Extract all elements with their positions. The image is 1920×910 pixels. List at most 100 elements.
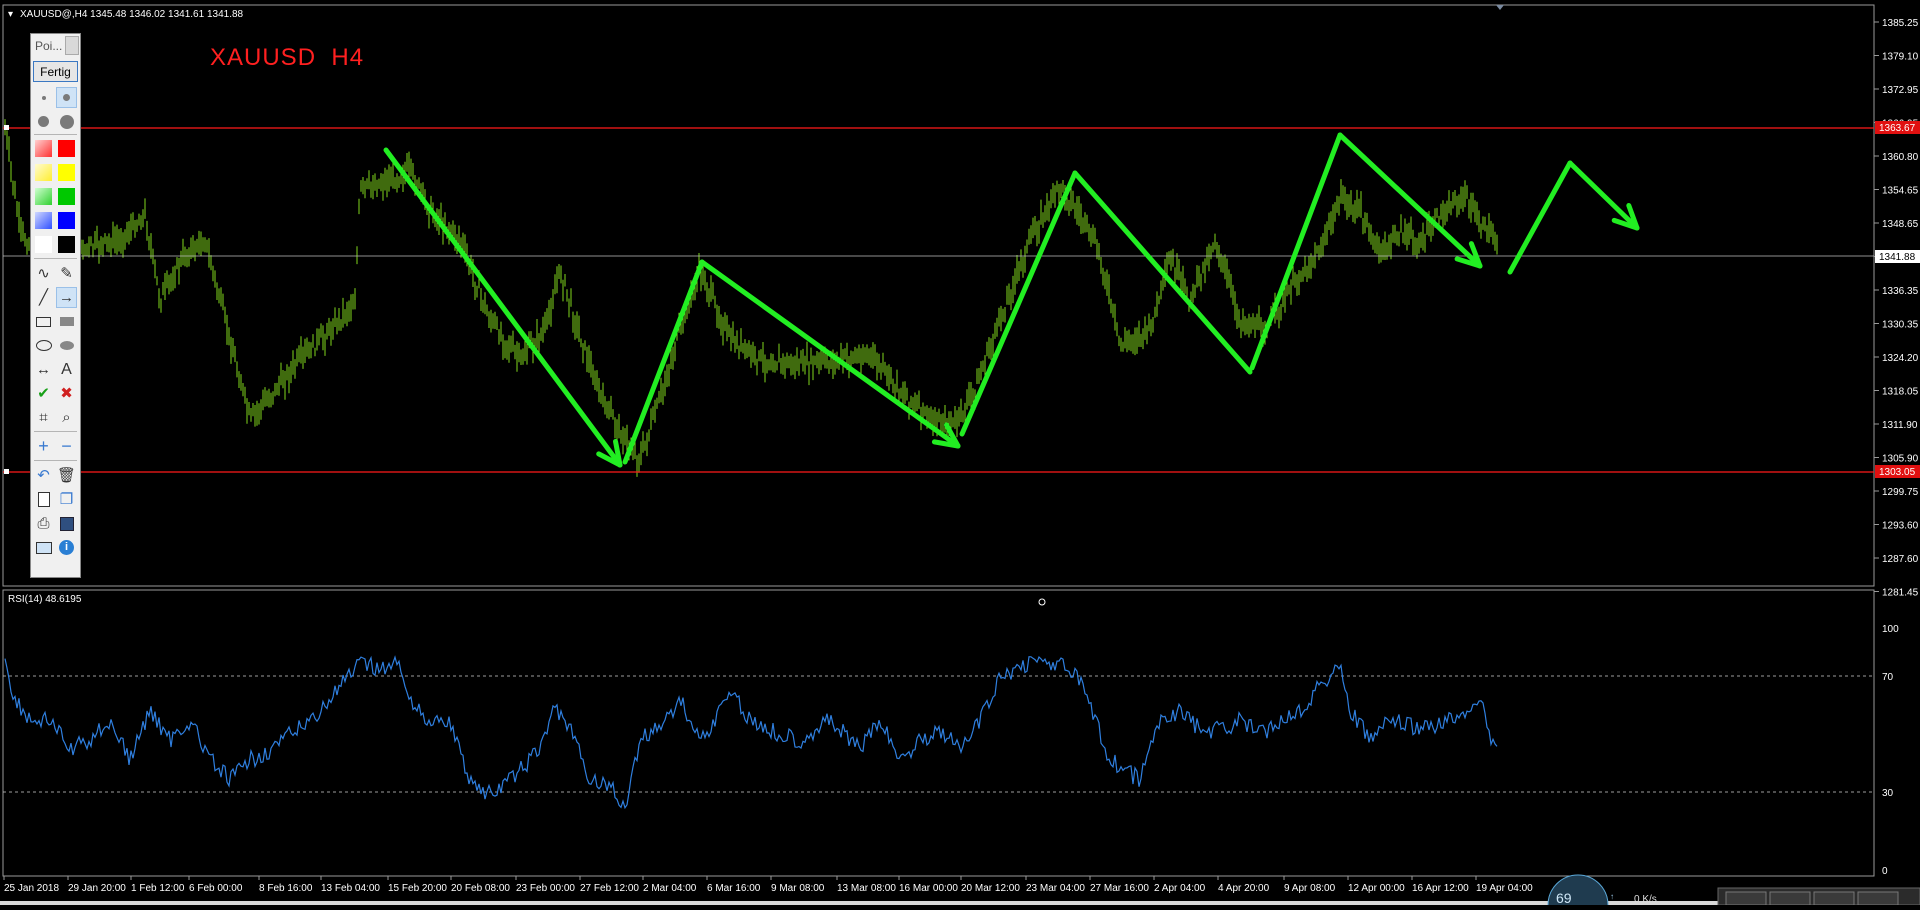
price-tick-label: 1311.90 [1882, 420, 1918, 431]
time-tick-label: 6 Feb 00:00 [189, 883, 243, 894]
chart-window[interactable]: ▾ XAUUSD@,H4 1345.48 1346.02 1341.61 134… [0, 0, 1920, 906]
taskbar-button-4[interactable] [1857, 891, 1899, 906]
price-tick-label: 1348.65 [1882, 219, 1919, 230]
delete-button[interactable]: 🗑 [56, 465, 77, 486]
toolbar-separator [34, 431, 77, 432]
color-blue-light-button[interactable] [33, 210, 54, 231]
text-tool-button[interactable]: A [56, 359, 77, 380]
color-yellow-light-button[interactable] [33, 162, 54, 183]
lower-level-label: 1303.05 [1879, 467, 1916, 478]
copy-button[interactable]: ❐ [56, 489, 77, 510]
main-chart-frame [2, 4, 1875, 587]
chart-canvas[interactable]: ▾ XAUUSD@,H4 1345.48 1346.02 1341.61 134… [0, 0, 1920, 906]
swatch-black-icon [58, 236, 75, 253]
price-tick-label: 1318.05 [1882, 387, 1919, 398]
zoom-out-button[interactable]: − [56, 436, 77, 457]
arrow-tool-button[interactable]: → [56, 287, 77, 308]
print-button[interactable]: ⎙ [33, 513, 54, 534]
plus-icon: + [38, 436, 49, 456]
point-small-button[interactable] [33, 87, 54, 108]
freehand-tool-button[interactable]: ∿ [33, 263, 54, 284]
info-button[interactable]: i [56, 537, 77, 558]
time-tick-label: 23 Feb 00:00 [516, 883, 575, 894]
time-tick-label: 6 Mar 16:00 [707, 883, 761, 894]
support-line-handle[interactable] [4, 469, 9, 474]
swatch-white-icon [35, 236, 52, 253]
save-button[interactable] [56, 513, 77, 534]
filled-rectangle-tool-button[interactable] [56, 311, 77, 332]
color-red-button[interactable] [56, 138, 77, 159]
time-tick-label: 4 Apr 20:00 [1218, 883, 1270, 894]
crop-tool-button[interactable]: ⌗ [33, 407, 54, 428]
copy-icon: ❐ [59, 491, 74, 508]
time-tick-label: 8 Feb 16:00 [259, 883, 313, 894]
price-tick-label: 1372.95 [1882, 85, 1919, 96]
rectangle-tool-button[interactable] [33, 311, 54, 332]
taskbar-button-3[interactable] [1813, 891, 1855, 906]
color-blue-button[interactable] [56, 210, 77, 231]
measure-tool-button[interactable]: ↔ [33, 359, 54, 380]
rsi-tick-0: 0 [1882, 866, 1888, 877]
taskbar-button-1[interactable] [1725, 891, 1767, 906]
dot-large-icon [38, 116, 49, 127]
settings-button[interactable] [33, 537, 54, 558]
price-tick-label: 1305.90 [1882, 454, 1919, 465]
swatch-yellow-light-icon [35, 164, 52, 181]
time-tick-label: 20 Mar 12:00 [961, 883, 1020, 894]
pencil-tool-button[interactable]: ✎ [56, 263, 77, 284]
color-yellow-button[interactable] [56, 162, 77, 183]
color-red-light-button[interactable] [33, 138, 54, 159]
color-green-button[interactable] [56, 186, 77, 207]
overlay-title: XAUUSD H4 [210, 44, 365, 71]
color-black-button[interactable] [56, 234, 77, 255]
new-button[interactable] [33, 489, 54, 510]
price-tick-label: 1360.80 [1882, 152, 1919, 163]
check-icon: ✔ [37, 385, 50, 402]
time-tick-label: 25 Jan 2018 [4, 883, 59, 894]
done-button[interactable]: Fertig [33, 61, 78, 82]
text-icon: A [61, 361, 72, 378]
cancel-button[interactable]: ✖ [56, 383, 77, 404]
point-large-button[interactable] [33, 111, 54, 132]
double-arrow-icon: ↔ [36, 361, 51, 378]
time-tick-label: 12 Apr 00:00 [1348, 883, 1405, 894]
chart-dropdown-icon[interactable]: ▾ [8, 9, 13, 20]
upload-arrow-icon: ↑ [1610, 892, 1614, 901]
point-medium-button[interactable] [56, 87, 77, 108]
status-bar-strip [0, 901, 1920, 905]
zoom-in-button[interactable]: + [33, 436, 54, 457]
toolbar-close-button[interactable] [65, 36, 79, 55]
zoom-icon: ⌕ [62, 409, 71, 426]
price-tick-label: 1287.60 [1882, 554, 1919, 565]
price-tick-label: 1336.35 [1882, 286, 1919, 297]
time-tick-label: 23 Mar 04:00 [1026, 883, 1085, 894]
point-xlarge-button[interactable] [56, 111, 77, 132]
drawing-toolbar[interactable]: Poi... Fertig ∿ ✎ ╱ → ↔ A ✔ ✖ ⌗ ⌕ + − ↶ … [30, 33, 81, 578]
zoom-tool-button[interactable]: ⌕ [56, 407, 77, 428]
rsi-tick-30: 30 [1882, 788, 1894, 799]
price-tick-label: 1379.10 [1882, 52, 1919, 63]
taskbar-button-2[interactable] [1769, 891, 1811, 906]
time-tick-label: 27 Feb 12:00 [580, 883, 639, 894]
line-tool-button[interactable]: ╱ [33, 287, 54, 308]
time-tick-label: 2 Apr 04:00 [1154, 883, 1206, 894]
resistance-line-handle[interactable] [4, 125, 9, 130]
undo-button[interactable]: ↶ [33, 465, 54, 486]
color-green-light-button[interactable] [33, 186, 54, 207]
toolbar-title[interactable]: Poi... [33, 36, 65, 57]
filled-ellipse-tool-button[interactable] [56, 335, 77, 356]
swatch-yellow-icon [58, 164, 75, 181]
time-tick-label: 16 Apr 12:00 [1412, 883, 1469, 894]
price-tick-label: 1324.20 [1882, 353, 1919, 364]
swatch-red-icon [58, 140, 75, 157]
toolbar-separator [34, 460, 77, 461]
dot-small-icon [41, 95, 46, 100]
confirm-button[interactable]: ✔ [33, 383, 54, 404]
new-document-icon [37, 492, 50, 507]
ellipse-tool-button[interactable] [33, 335, 54, 356]
cross-icon: ✖ [60, 385, 73, 402]
color-white-button[interactable] [33, 234, 54, 255]
price-tick-label: 1281.45 [1882, 588, 1919, 599]
toolbar-separator [34, 134, 77, 135]
undo-icon: ↶ [37, 467, 50, 484]
